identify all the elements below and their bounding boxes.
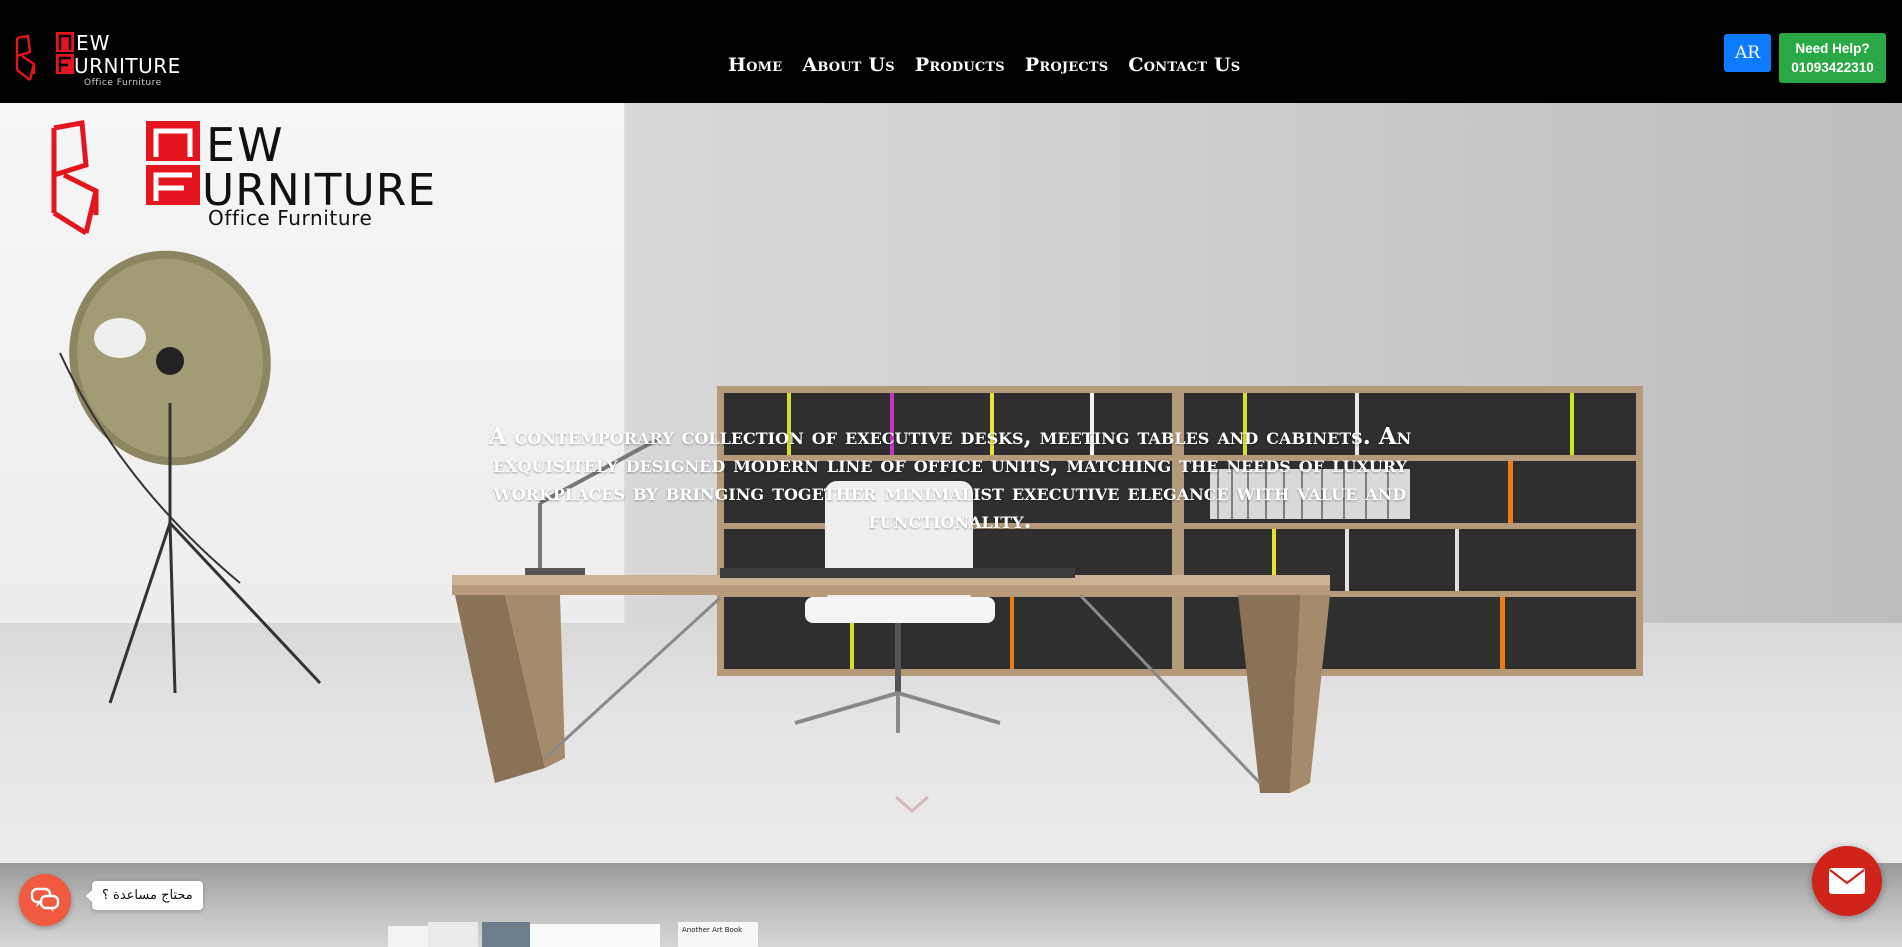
svg-text:EW: EW: [76, 31, 110, 55]
nav-about-us-link[interactable]: About Us: [802, 54, 894, 76]
need-help-button[interactable]: Need Help? 01093422310: [1779, 33, 1886, 83]
svg-text:URNITURE: URNITURE: [74, 54, 181, 78]
nav-home-link[interactable]: Home: [728, 54, 782, 76]
envelope-icon: [1829, 868, 1865, 894]
brand-logo-small[interactable]: EW URNITURE Office Furniture: [14, 30, 200, 90]
hero-banner: EW URNITURE Office Furniture A contempor…: [0, 103, 1902, 863]
book-cover-text: Another Art Book: [682, 926, 743, 934]
contact-mail-button[interactable]: [1812, 846, 1882, 916]
svg-text:Office Furniture: Office Furniture: [208, 206, 372, 230]
chat-widget-button[interactable]: [19, 874, 71, 926]
chat-bubbles-icon: [30, 887, 60, 912]
hero-description: A contemporary collection of executive d…: [488, 423, 1412, 534]
book-stack-illustration: Another Art Book: [388, 922, 758, 947]
help-phone-number: 01093422310: [1791, 60, 1874, 75]
nav-contact-us-link[interactable]: Contact Us: [1128, 54, 1240, 76]
need-help-label: Need Help?: [1795, 41, 1870, 56]
nav-projects-link[interactable]: Projects: [1025, 54, 1108, 76]
site-header: EW URNITURE Office Furniture Home About …: [0, 0, 1902, 103]
language-ar-button[interactable]: AR: [1724, 34, 1771, 72]
main-nav: Home About Us Products Projects Contact …: [728, 54, 1240, 76]
hero-brand-logo: EW URNITURE Office Furniture: [51, 118, 435, 236]
nav-products-link[interactable]: Products: [915, 54, 1005, 76]
chat-tooltip[interactable]: محتاج مساعدة ؟: [86, 881, 203, 910]
floor-lamp: [59, 250, 322, 704]
scroll-down-chevron-icon[interactable]: [892, 793, 932, 817]
svg-text:Office Furniture: Office Furniture: [84, 78, 162, 88]
next-section-banner: Another Art Book: [0, 863, 1902, 947]
svg-text:EW: EW: [206, 118, 285, 172]
